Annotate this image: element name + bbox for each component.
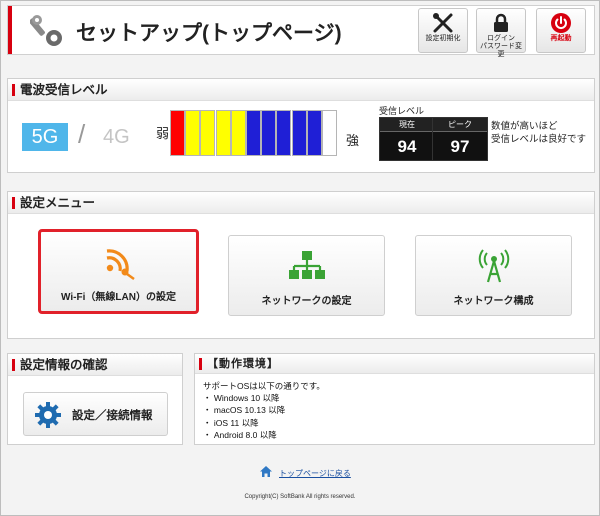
environment-list: サポートOSは以下の通りです。 ・ Windows 10 以降 ・ macOS …	[195, 374, 594, 441]
header-accent	[8, 6, 12, 54]
lock-icon	[494, 13, 508, 32]
band-5g-badge: 5G	[22, 123, 68, 151]
level-note-line1: 数値が高いほど	[491, 121, 558, 132]
network-config-label: ネットワーク構成	[453, 296, 534, 307]
top-page-link[interactable]: トップページに戻る	[279, 468, 351, 479]
wifi-settings-label: Wi-Fi（無線LAN）の設定	[61, 292, 176, 303]
level-note: 数値が高いほど 受信レベルは良好です	[491, 120, 586, 146]
settings-info-heading: 設定情報の確認	[8, 354, 182, 376]
login-password-label-1: ログイン	[487, 35, 515, 42]
wifi-settings-button[interactable]: Wi-Fi（無線LAN）の設定	[38, 229, 199, 314]
band-separator: /	[78, 119, 86, 149]
copyright-text: Copyright(C) SoftBank All rights reserve…	[244, 494, 356, 500]
weak-label: 弱	[156, 126, 170, 141]
factory-reset-label: 設定初期化	[425, 35, 461, 42]
os-item-windows: ・ Windows 10 以降	[203, 393, 280, 404]
os-item-macos: ・ macOS 10.13 以降	[203, 405, 286, 416]
network-tree-icon	[288, 251, 325, 279]
reboot-label: 再起動	[550, 35, 572, 42]
os-item-ios: ・ iOS 11 以降	[203, 417, 259, 428]
home-icon[interactable]	[259, 465, 273, 478]
signal-bar	[322, 110, 337, 156]
signal-bar	[185, 110, 201, 156]
signal-bar	[170, 110, 185, 156]
setup-tools-icon	[30, 15, 62, 46]
signal-bar	[200, 110, 216, 156]
network-settings-label: ネットワークの設定	[261, 296, 352, 307]
signal-bar	[276, 110, 292, 156]
signal-panel: 電波受信レベル 5G / 4G 弱 強 受信レベル 現在 94 ピーク 97 数…	[7, 78, 595, 173]
reboot-button[interactable]: 再起動	[536, 8, 586, 53]
environment-panel: 【動作環境】 サポートOSは以下の通りです。 ・ Windows 10 以降 ・…	[194, 353, 595, 445]
app-frame: セットアップ(トップページ) 設定初期化 ログイン パスワード変更 再起動 電波…	[0, 0, 600, 516]
settings-menu-heading: 設定メニュー	[8, 192, 594, 214]
settings-info-panel: 設定情報の確認 設定／接続情報	[7, 353, 183, 445]
current-label: 現在	[380, 118, 434, 132]
network-settings-button[interactable]: ネットワークの設定	[228, 235, 385, 316]
environment-heading: 【動作環境】	[195, 354, 594, 374]
power-icon	[551, 13, 571, 33]
tools-icon	[433, 13, 453, 33]
peak-level-meter: ピーク 97	[432, 117, 488, 161]
settings-connection-info-label: 設定／接続情報	[72, 410, 153, 422]
current-level-meter: 現在 94	[379, 117, 435, 161]
level-note-line2: 受信レベルは良好です	[491, 134, 587, 145]
signal-heading: 電波受信レベル	[8, 79, 594, 101]
band-4g-label: 4G	[103, 126, 130, 148]
factory-reset-button[interactable]: 設定初期化	[418, 8, 468, 53]
os-item-android: ・ Android 8.0 以降	[203, 429, 277, 440]
signal-bar	[215, 110, 231, 156]
signal-bar	[261, 110, 277, 156]
signal-bar	[230, 110, 246, 156]
settings-menu-panel: 設定メニュー Wi-Fi（無線LAN）の設定 ネットワークの設定 ネットワーク構…	[7, 191, 595, 339]
network-config-button[interactable]: ネットワーク構成	[415, 235, 572, 316]
header-bar: セットアップ(トップページ) 設定初期化 ログイン パスワード変更 再起動	[7, 5, 595, 58]
page-title: セットアップ(トップページ)	[76, 22, 342, 45]
current-value: 94	[397, 137, 417, 156]
signal-bar	[246, 110, 261, 156]
peak-value: 97	[450, 137, 470, 156]
settings-connection-info-button[interactable]: 設定／接続情報	[23, 392, 168, 436]
peak-label: ピーク	[433, 118, 487, 132]
login-password-label-2: パスワード変更	[480, 43, 522, 58]
signal-bar	[306, 110, 322, 156]
level-title: 受信レベル	[379, 106, 425, 116]
environment-intro: サポートOSは以下の通りです。	[203, 381, 325, 391]
strong-label: 強	[346, 133, 360, 148]
wifi-key-icon	[106, 249, 135, 280]
signal-bar	[291, 110, 307, 156]
login-password-button[interactable]: ログイン パスワード変更	[476, 8, 526, 58]
antenna-icon	[478, 249, 509, 283]
gear-icon	[35, 402, 61, 428]
